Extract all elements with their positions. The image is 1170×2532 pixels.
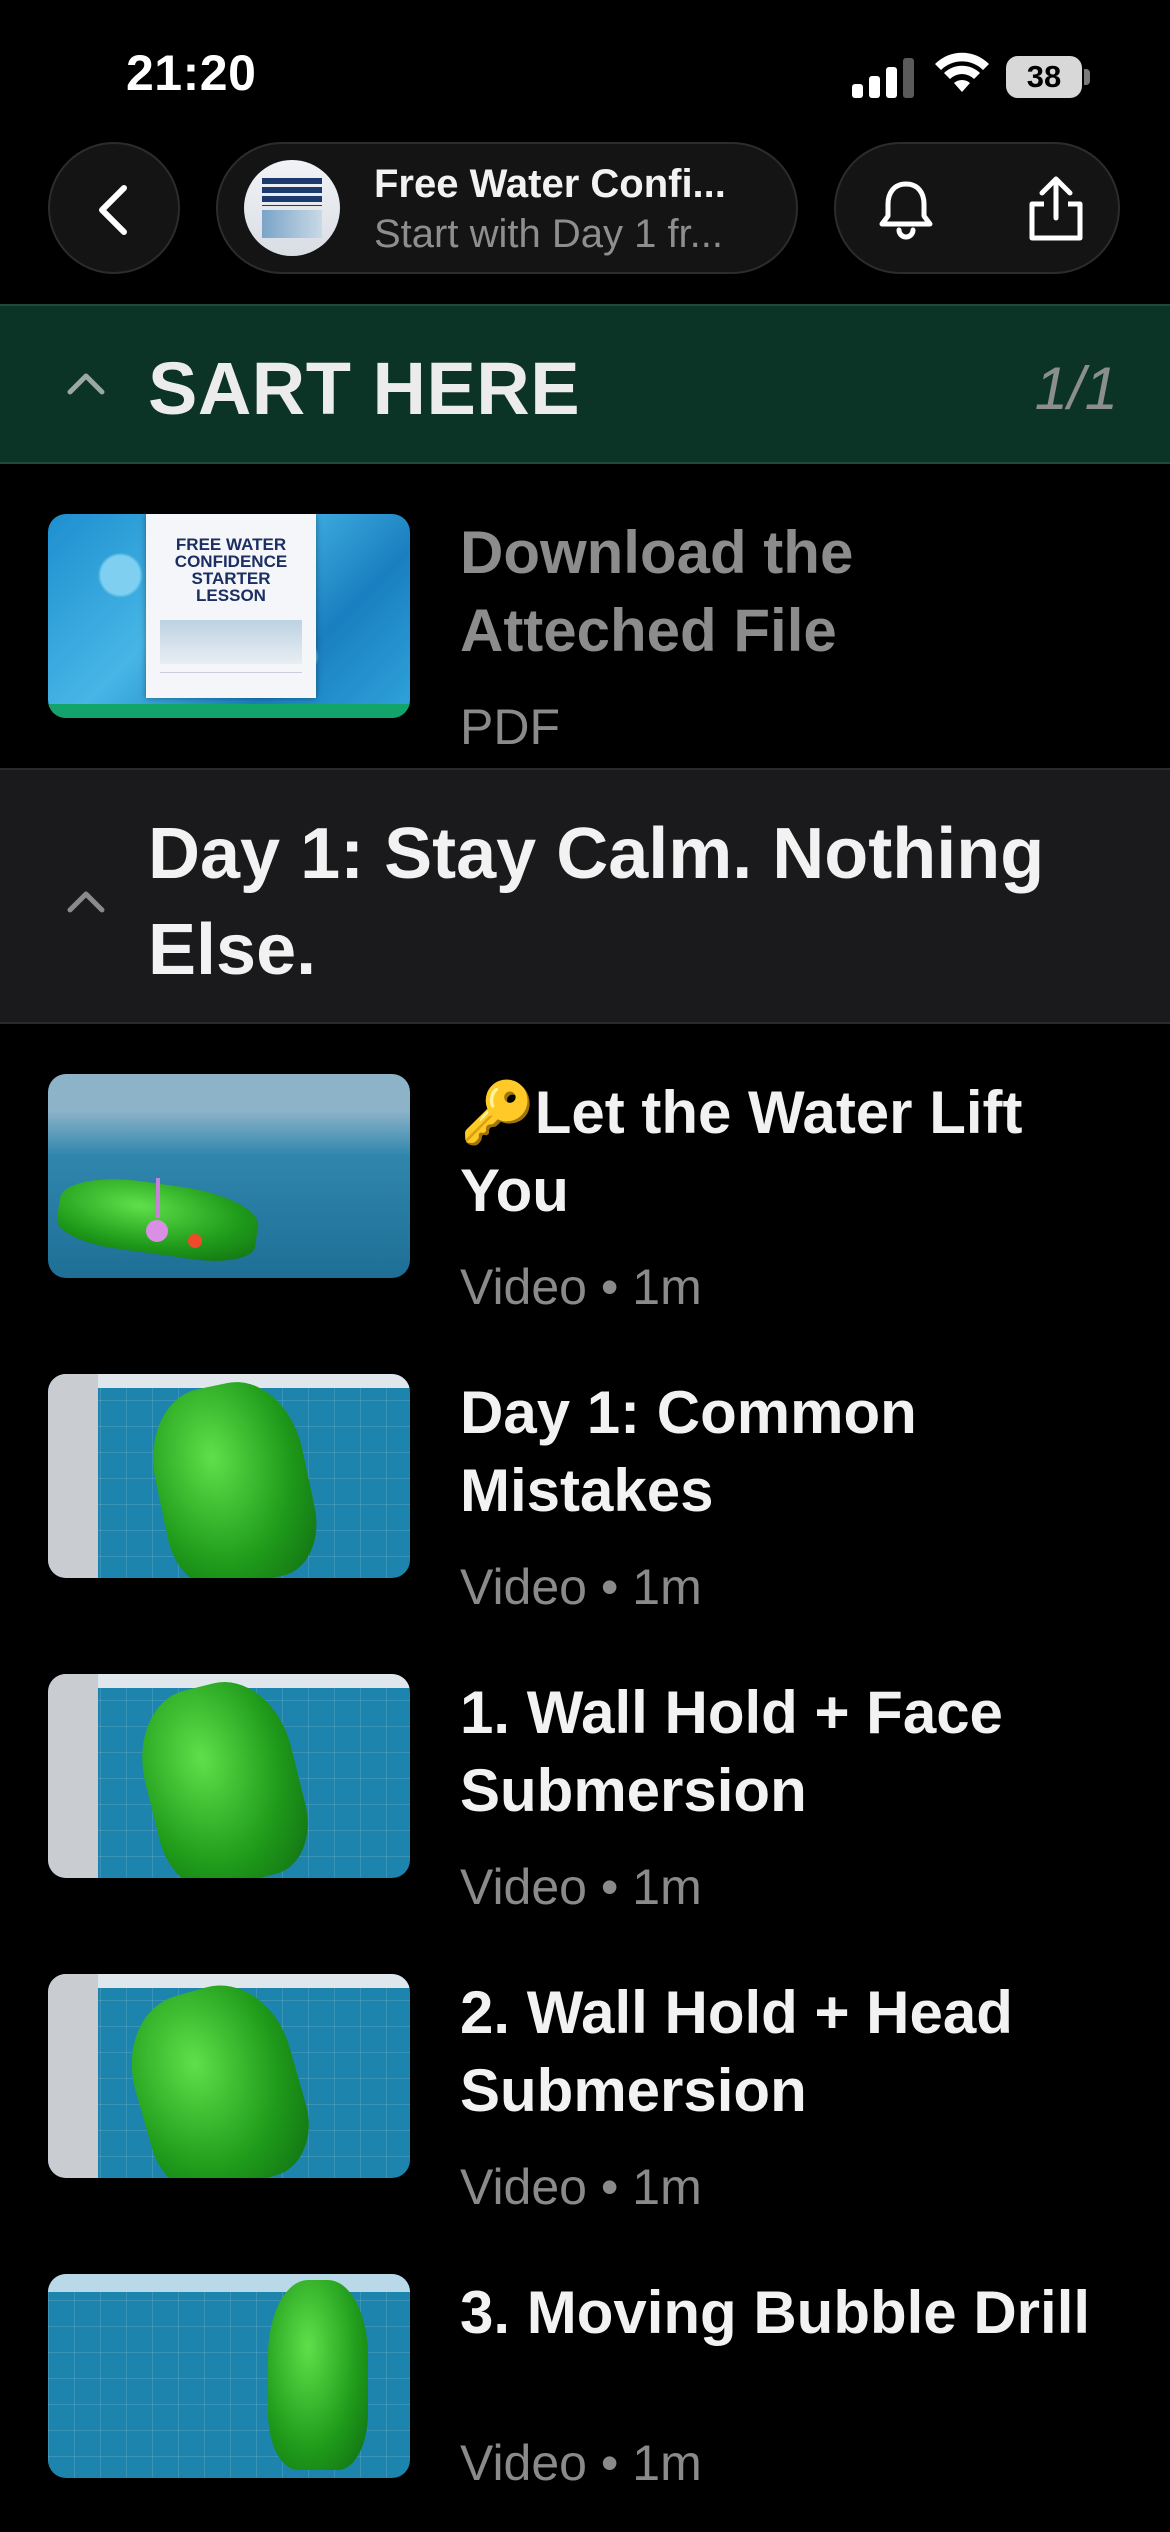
lesson-meta: Video • 1m <box>460 2159 702 2215</box>
lesson-meta: PDF <box>460 699 560 755</box>
status-bar: 21:20 38 <box>0 0 1170 140</box>
lesson-meta: Video • 1m <box>460 1859 702 1915</box>
lesson-title: Download the Atteched File <box>460 519 854 664</box>
lesson-meta: Video • 1m <box>460 2435 702 2491</box>
wifi-icon <box>935 52 989 92</box>
header-actions <box>834 142 1120 274</box>
lesson-title: 3. Moving Bubble Drill <box>460 2279 1091 2346</box>
course-subtitle: Start with Day 1 fr... <box>374 212 724 256</box>
lesson-title: 🔑Let the Water Lift You <box>460 1079 1023 1224</box>
section-header-day-1[interactable]: Day 1: Stay Calm. Nothing Else. <box>0 768 1170 1024</box>
chevron-up-icon <box>67 373 105 395</box>
course-header-pill[interactable]: Free Water Confi... Start with Day 1 fr.… <box>216 142 798 274</box>
battery-level: 38 <box>1006 56 1082 98</box>
lesson-title: Day 1: Common Mistakes <box>460 1379 917 1524</box>
status-time: 21:20 <box>126 45 257 101</box>
lesson-thumbnail <box>48 1974 410 2178</box>
back-button[interactable] <box>48 142 180 274</box>
section-progress-count: 1/1 <box>1034 355 1118 422</box>
lesson-thumbnail: FREE WATER CONFIDENCE STARTER LESSON <box>48 514 410 718</box>
lesson-meta: Video • 1m <box>460 1559 702 1615</box>
share-icon[interactable] <box>1024 174 1088 244</box>
lesson-title: 1. Wall Hold + Face Submersion <box>460 1679 1003 1824</box>
course-thumbnail <box>244 160 340 256</box>
course-screen: 21:20 38 Free Water Confi... Start with … <box>0 0 1170 2532</box>
lesson-thumbnail <box>48 2274 410 2478</box>
section-header-start[interactable]: SART HERE 1/1 <box>0 304 1170 464</box>
thumbnail-caption: FREE WATER CONFIDENCE STARTER LESSON <box>174 535 288 605</box>
section-title: SART HERE <box>148 347 581 430</box>
section-title: Day 1: Stay Calm. Nothing Else. <box>148 814 1045 990</box>
lesson-thumbnail <box>48 1374 410 1578</box>
lesson-title: 2. Wall Hold + Head Submersion <box>460 1979 1013 2124</box>
chevron-up-icon <box>67 891 105 913</box>
signal-icon <box>852 58 916 98</box>
lesson-thumbnail <box>48 1674 410 1878</box>
lesson-meta: Video • 1m <box>460 1259 702 1315</box>
lesson-thumbnail <box>48 1074 410 1278</box>
bell-icon[interactable] <box>874 178 938 242</box>
course-title: Free Water Confi... <box>374 162 726 206</box>
chevron-left-icon <box>99 185 127 235</box>
battery-icon: 38 <box>1006 56 1090 98</box>
